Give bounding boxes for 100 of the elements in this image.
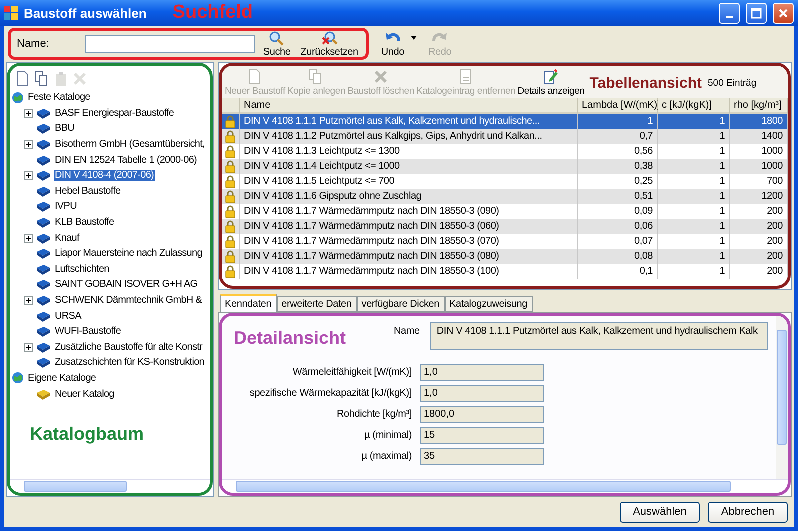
expand-button[interactable] bbox=[24, 342, 33, 352]
dialog-button[interactable]: Abbrechen bbox=[708, 502, 788, 522]
expand-button[interactable] bbox=[24, 108, 33, 118]
tree-item[interactable]: BASF Energiespar-Baustoffe bbox=[54, 108, 176, 119]
name-label: Name: bbox=[17, 38, 50, 50]
open-book-icon bbox=[36, 388, 51, 400]
book-icon bbox=[36, 108, 51, 119]
table-cell[interactable]: DIN V 4108 1.1.7 Wärmedämmputz nach DIN 18550-3 (080) bbox=[240, 249, 578, 264]
tab[interactable]: verfügbare Dicken bbox=[356, 296, 445, 312]
tree-item[interactable]: Hebel Baustoffe bbox=[54, 186, 122, 197]
tree-item[interactable]: DIN EN 12524 Tabelle 1 (2000-06) bbox=[54, 154, 198, 166]
horizontal-scrollbar[interactable] bbox=[10, 479, 210, 493]
clear-search-icon bbox=[322, 30, 338, 46]
tree-item[interactable]: Bisotherm GmbH (Gesamtübersicht, bbox=[54, 139, 206, 150]
expand-button[interactable] bbox=[24, 234, 33, 243]
table-cell[interactable]: DIN V 4108 1.1.2 Putzmörtel aus Kalkgips, Gips, Anhydrit und Kalkan... bbox=[240, 129, 578, 144]
caret-icon[interactable] bbox=[410, 36, 416, 40]
lock-icon bbox=[225, 250, 236, 263]
value-field[interactable]: 1,0 bbox=[420, 364, 544, 381]
copy-icon bbox=[35, 71, 49, 87]
expand-button[interactable] bbox=[24, 296, 33, 306]
maximize-button[interactable] bbox=[746, 2, 767, 24]
book-icon bbox=[36, 342, 51, 353]
value-field[interactable]: 1,0 bbox=[420, 385, 544, 402]
tree-item[interactable]: Liapor Mauersteine nach Zulassung bbox=[54, 248, 204, 260]
table-cell: 200 bbox=[730, 219, 788, 234]
reset-button[interactable]: Zurücksetzen bbox=[298, 30, 360, 58]
value-field[interactable]: 35 bbox=[420, 448, 544, 465]
column-header[interactable]: c [kJ/(kgK)] bbox=[658, 98, 730, 114]
tree-item[interactable]: WUFI-Baustoffe bbox=[54, 326, 122, 338]
table-cell: 1000 bbox=[730, 159, 788, 174]
entry-count: 500 Einträg bbox=[708, 78, 757, 88]
table-cell: 1200 bbox=[730, 189, 788, 204]
field-label: Name bbox=[394, 326, 420, 337]
book-icon bbox=[36, 295, 51, 306]
tab[interactable]: Kenndaten bbox=[220, 294, 277, 312]
expand-button[interactable] bbox=[24, 171, 33, 180]
close-button[interactable] bbox=[773, 2, 794, 24]
document-icon bbox=[16, 71, 30, 87]
book-icon bbox=[36, 248, 51, 260]
tree-item[interactable]: Zusatzschichten für KS-Konstruktion bbox=[54, 357, 206, 368]
tree-item[interactable]: BBU bbox=[54, 123, 76, 134]
lock-icon bbox=[225, 160, 236, 173]
value-field[interactable]: 1800,0 bbox=[420, 406, 544, 423]
tree-item[interactable]: Feste Kataloge bbox=[27, 92, 92, 104]
column-header[interactable]: rho [kg/m³] bbox=[730, 98, 788, 114]
tree-item[interactable]: IVPU bbox=[54, 201, 78, 212]
lock-icon bbox=[225, 190, 236, 203]
table-cell[interactable]: DIN V 4108 1.1.1 Putzmörtel aus Kalk, Kalkzement und hydraulische... bbox=[240, 114, 578, 129]
app-icon bbox=[4, 6, 18, 20]
lock-icon bbox=[225, 145, 236, 158]
tree-item[interactable]: Knauf bbox=[54, 232, 80, 244]
field-label: µ (maximal) bbox=[360, 451, 412, 462]
dialog-button[interactable]: Auswählen bbox=[620, 502, 700, 522]
book-icon bbox=[36, 264, 51, 275]
tree-item[interactable]: KLB Baustoffe bbox=[54, 217, 116, 228]
name-field[interactable]: DIN V 4108 1.1.1 Putzmörtel aus Kalk, Kalkzement und hydraulischem Kalk bbox=[430, 322, 768, 350]
details-button[interactable]: Details anzeigen bbox=[516, 69, 586, 97]
tree-item[interactable]: SCHWENK Dämmtechnik GmbH & bbox=[54, 295, 204, 306]
tree-item[interactable]: Neuer Katalog bbox=[54, 388, 116, 400]
toolbar-button[interactable] bbox=[16, 71, 30, 87]
table-cell: 1 bbox=[658, 219, 730, 234]
table-cell: 1400 bbox=[730, 129, 788, 144]
annotation-label: Katalogbaum bbox=[30, 424, 146, 445]
name-input-field[interactable] bbox=[85, 35, 256, 53]
lock-icon bbox=[225, 265, 236, 278]
book-icon bbox=[36, 139, 51, 150]
table-cell: 1 bbox=[658, 249, 730, 264]
tree-item[interactable]: URSA bbox=[54, 310, 82, 322]
table-cell: 1 bbox=[658, 189, 730, 204]
horizontal-scrollbar[interactable] bbox=[222, 479, 788, 493]
table-cell: 1 bbox=[578, 114, 658, 129]
table-cell: 0,7 bbox=[578, 129, 658, 144]
field-label: µ (minimal) bbox=[364, 430, 412, 441]
toolbar-button[interactable] bbox=[35, 71, 49, 87]
book-icon bbox=[36, 217, 51, 228]
tab[interactable]: erweiterte Daten bbox=[276, 296, 357, 312]
minimize-button[interactable] bbox=[719, 2, 740, 24]
value-field[interactable]: 15 bbox=[420, 427, 544, 444]
vertical-scrollbar[interactable] bbox=[776, 316, 788, 479]
tree-item[interactable]: Luftschichten bbox=[54, 264, 110, 275]
search-button[interactable]: Suche bbox=[261, 30, 293, 58]
table-cell: 0,08 bbox=[578, 249, 658, 264]
tree-item[interactable]: Zusätzliche Baustoffe für alte Konstr bbox=[54, 342, 204, 353]
table-cell[interactable]: DIN V 4108 1.1.7 Wärmedämmputz nach DIN 18550-3 (060) bbox=[240, 219, 578, 234]
column-header[interactable]: Name bbox=[240, 98, 578, 114]
expand-button[interactable] bbox=[24, 140, 33, 150]
tree-item[interactable]: Eigene Kataloge bbox=[27, 372, 98, 384]
table-cell[interactable]: DIN V 4108 1.1.4 Leichtputz <= 1000 bbox=[240, 159, 578, 174]
globe-icon bbox=[12, 92, 24, 104]
book-icon bbox=[36, 279, 51, 290]
undo-button[interactable]: Undo bbox=[379, 30, 406, 58]
tree-item[interactable]: DIN V 4108-4 (2007-06) bbox=[54, 170, 156, 182]
book-icon bbox=[36, 310, 51, 322]
tree-item[interactable]: SAINT GOBAIN ISOVER G+H AG bbox=[54, 279, 199, 290]
document-list-icon bbox=[459, 69, 474, 85]
table-cell[interactable]: DIN V 4108 1.1.6 Gipsputz ohne Zuschlag bbox=[240, 189, 578, 204]
tab[interactable]: Katalogzuweisung bbox=[444, 296, 532, 312]
table-cell: 1800 bbox=[730, 114, 788, 129]
book-icon bbox=[36, 232, 51, 244]
